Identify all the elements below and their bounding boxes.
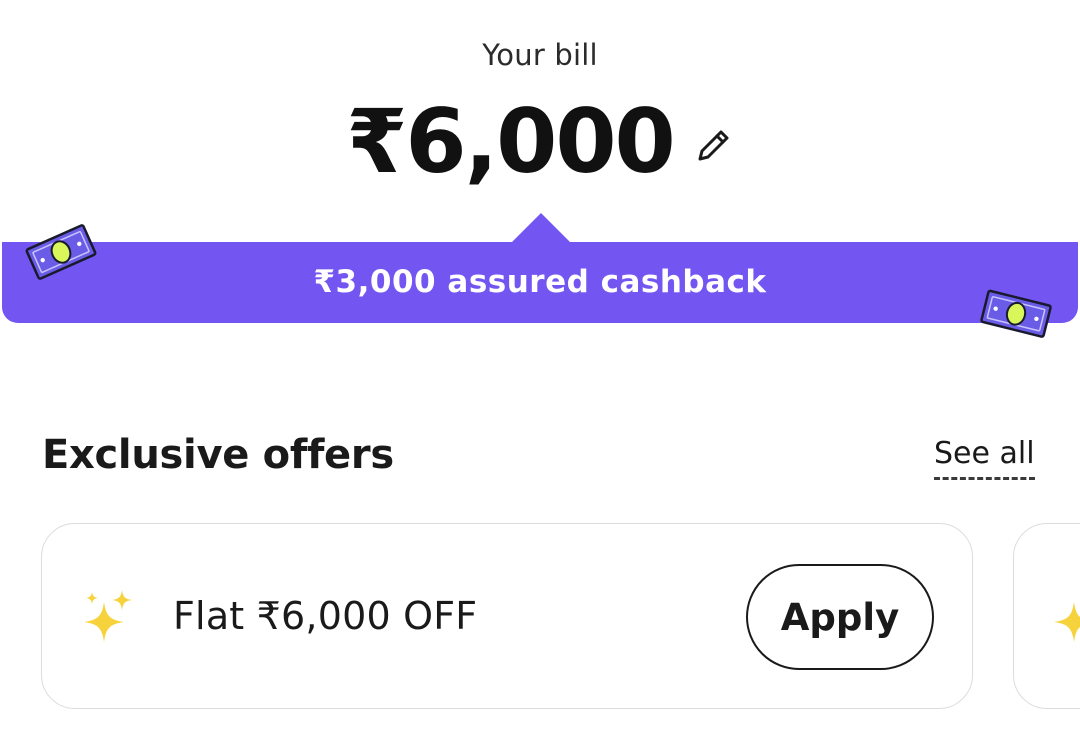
money-note-icon [978, 284, 1056, 348]
bill-amount: ₹6,000 [346, 90, 676, 193]
offer-card-next[interactable] [1013, 523, 1080, 709]
banner-pointer [511, 213, 571, 243]
see-all-link[interactable]: See all [934, 436, 1035, 480]
bill-label: Your bill [482, 38, 598, 72]
offer-card: Flat ₹6,000 OFF Apply [41, 523, 973, 709]
bill-payment-screen: Your bill ₹6,000 ₹3,000 assured cashback [0, 0, 1080, 748]
bill-amount-row: ₹6,000 [0, 92, 1080, 192]
sparkle-icon [1052, 588, 1080, 652]
pencil-icon[interactable] [692, 125, 734, 167]
cashback-text: ₹3,000 assured cashback [313, 264, 767, 300]
apply-button[interactable]: Apply [746, 564, 934, 670]
offers-section-title: Exclusive offers [42, 432, 394, 478]
money-note-icon [24, 222, 98, 286]
sparkle-icon [82, 588, 136, 652]
cashback-banner: ₹3,000 assured cashback [2, 242, 1078, 323]
offer-text: Flat ₹6,000 OFF [173, 594, 478, 638]
